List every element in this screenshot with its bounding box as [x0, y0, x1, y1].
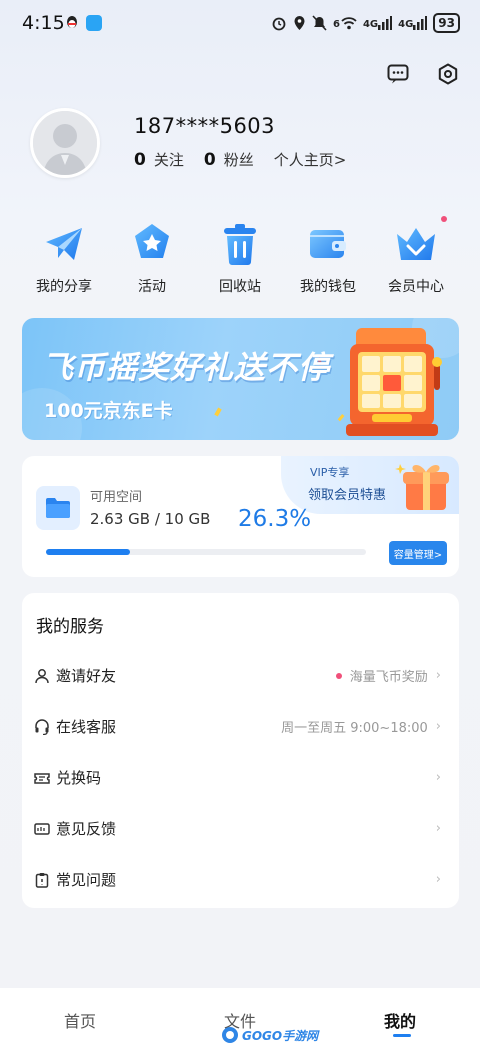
quick-action-member-center[interactable]: 会员中心	[372, 222, 460, 296]
chevron-right-icon: ›	[435, 668, 441, 683]
message-icon[interactable]	[386, 62, 410, 86]
feedback-icon	[34, 822, 50, 835]
status-time: 4:15	[22, 12, 65, 34]
person-icon	[35, 668, 49, 683]
service-hint: 周一至周五 9:00~18:00	[281, 721, 428, 736]
vip-subtitle: 领取会员特惠	[308, 488, 387, 503]
alarm-icon	[272, 17, 286, 31]
service-label: 兑换码	[56, 769, 102, 787]
watermark-logo-icon	[222, 1027, 238, 1043]
clipboard-icon	[35, 872, 49, 888]
watermark: GOGO手游网	[221, 1026, 318, 1044]
service-right: 海量飞币奖励 ›	[335, 666, 441, 685]
following-label[interactable]: 关注	[154, 149, 184, 170]
service-hint: 海量飞币奖励	[349, 670, 428, 685]
watermark-text: GOGO手游网	[242, 1028, 319, 1043]
service-row-redeem-code[interactable]: 兑换码 ›	[22, 752, 459, 803]
gift-box-icon	[395, 464, 449, 510]
service-right: ›	[428, 872, 441, 887]
folder-icon-box	[36, 486, 80, 530]
chevron-right-icon: ›	[435, 821, 441, 836]
storage-label: 可用空间	[90, 490, 143, 505]
quick-action-label: 活动	[138, 279, 166, 295]
promo-banner[interactable]: 飞币摇奖好礼送不停 100元京东E卡	[22, 318, 459, 440]
vip-title: VIP专享	[310, 466, 350, 479]
service-row-faq[interactable]: 常见问题 ›	[22, 854, 459, 905]
headset-icon	[35, 718, 49, 735]
nav-tab-mine[interactable]: 我的	[384, 1008, 416, 1032]
app-notification-icon	[86, 15, 102, 31]
banner-title: 飞币摇奖好礼送不停	[42, 350, 330, 386]
quick-action-label: 会员中心	[388, 279, 444, 295]
service-row-online-support[interactable]: 在线客服 周一至周五 9:00~18:00 ›	[22, 701, 459, 752]
storage-usage: 2.63 GB / 10 GB	[90, 510, 211, 528]
paper-plane-icon	[46, 228, 82, 260]
quick-action-activity[interactable]: 活动	[108, 222, 196, 296]
qq-icon	[64, 15, 80, 31]
chevron-right-icon: ›	[435, 770, 441, 785]
quick-action-wallet[interactable]: 我的钱包	[284, 222, 372, 296]
status-indicators: 6 4G 4G 93	[271, 13, 460, 33]
service-right: 周一至周五 9:00~18:00 ›	[281, 717, 441, 736]
chevron-right-icon: ›	[435, 719, 441, 734]
location-icon	[294, 16, 305, 30]
chevron-right-icon: ›	[435, 872, 441, 887]
services-title: 我的服务	[36, 617, 104, 637]
quick-action-label: 回收站	[219, 279, 261, 295]
quick-action-label: 我的钱包	[300, 279, 356, 295]
service-row-invite-friends[interactable]: 邀请好友 海量飞币奖励 ›	[22, 650, 459, 701]
quick-action-label: 我的分享	[36, 279, 92, 295]
followers-label[interactable]: 粉丝	[224, 149, 254, 170]
bottom-nav: 首页 文件 我的	[0, 988, 480, 1058]
profile-phone: 187****5603	[134, 114, 276, 138]
service-right: ›	[428, 821, 441, 836]
avatar[interactable]	[30, 108, 100, 178]
signal-1-label: 4G	[362, 19, 379, 30]
trash-icon	[224, 224, 256, 265]
mute-icon	[312, 15, 327, 31]
storage-progress-track	[46, 549, 366, 555]
settings-icon[interactable]	[436, 62, 460, 86]
star-badge-icon	[135, 224, 169, 258]
ticket-icon	[34, 772, 50, 784]
status-bar: 4:15 6 4G 4G 93	[0, 0, 480, 48]
profile-stats: 0 关注 0 粉丝 个人主页>	[134, 149, 346, 170]
service-right: ›	[428, 770, 441, 785]
personal-homepage-link[interactable]: 个人主页>	[274, 149, 347, 170]
quick-action-my-share[interactable]: 我的分享	[20, 222, 108, 296]
header-actions	[386, 62, 460, 86]
nav-tab-home[interactable]: 首页	[64, 1008, 96, 1032]
wifi-icon: 6	[333, 16, 357, 30]
folder-icon	[46, 498, 70, 518]
signal-2-label: 4G	[398, 19, 414, 30]
banner-subtitle: 100元京东E卡	[44, 400, 173, 422]
service-label: 邀请好友	[56, 667, 117, 685]
storage-progress-fill	[46, 549, 131, 555]
followers-count[interactable]: 0	[204, 150, 216, 170]
service-label: 在线客服	[56, 718, 117, 736]
service-row-feedback[interactable]: 意见反馈 ›	[22, 803, 459, 854]
new-dot	[335, 672, 342, 679]
slot-machine-illustration	[346, 328, 442, 436]
cellular-signal-1: 4G	[362, 16, 393, 30]
wallet-icon	[310, 230, 346, 258]
active-tab-indicator	[393, 1034, 411, 1037]
service-label: 常见问题	[56, 871, 117, 889]
services-card: 我的服务 邀请好友 海量飞币奖励 › 在线客服 周一至周五 9:00~18:00…	[22, 593, 459, 908]
capacity-management-button[interactable]: 容量管理>	[389, 541, 447, 565]
battery-indicator: 93	[433, 13, 460, 33]
quick-action-recycle-bin[interactable]: 回收站	[196, 222, 284, 296]
storage-card[interactable]: VIP专享 领取会员特惠 可用空间 2.63 GB / 10 GB 26.3% …	[22, 456, 459, 577]
wifi-badge: 6	[332, 19, 340, 30]
following-count[interactable]: 0	[134, 150, 146, 170]
crown-icon	[397, 228, 435, 260]
quick-actions: 我的分享 活动 回收站 我的钱包 会员中心	[20, 222, 460, 296]
cellular-signal-2: 4G	[398, 16, 428, 30]
storage-percent: 26.3%	[238, 506, 312, 532]
service-label: 意见反馈	[56, 820, 117, 838]
